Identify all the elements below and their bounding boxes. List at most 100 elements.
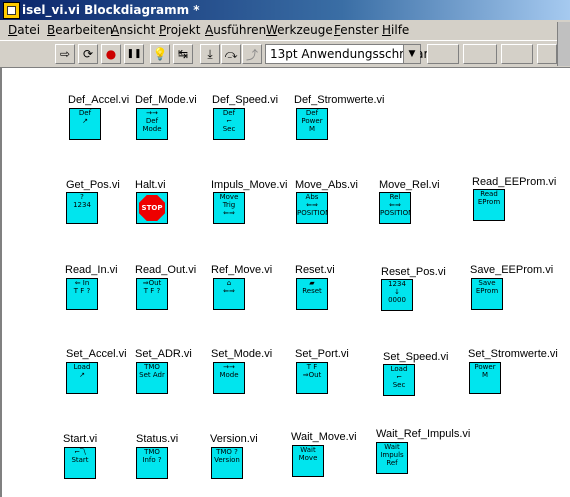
vi-icon-text: Trig: [222, 201, 236, 209]
vi-label: Def_Accel.vi: [68, 94, 130, 106]
vi-icon[interactable]: ⇐ In T F ?: [66, 278, 98, 310]
vi-icon[interactable]: Load ⌐ Sec: [383, 364, 415, 396]
vi-icon-text: 0000: [388, 296, 406, 304]
vi-label: Save_EEProm.vi: [470, 264, 554, 276]
vi-label: Reset.vi: [295, 264, 335, 276]
vi-icon[interactable]: Def Power M: [296, 108, 328, 140]
step-out-icon[interactable]: ⤴: [242, 44, 262, 64]
vi-label: Wait_Move.vi: [291, 431, 357, 443]
vi-label: Set_Speed.vi: [383, 351, 449, 363]
cleanup-diagram-button[interactable]: [537, 44, 557, 64]
vi-icon[interactable]: Abs ⇐⇒ POSITION: [296, 192, 328, 224]
vi-icon-text: TMO: [144, 363, 160, 371]
abort-icon[interactable]: ●: [101, 44, 121, 64]
vi-icon[interactable]: ▰ Reset: [296, 278, 328, 310]
title-bar: isel_vi.vi Blockdiagramm *: [0, 0, 570, 20]
vi-icon-text: ⇐⇒: [389, 201, 401, 209]
highlight-execution-icon[interactable]: 💡: [150, 44, 170, 64]
step-into-icon[interactable]: ⤓: [200, 44, 220, 64]
vi-label: Read_EEProm.vi: [472, 176, 557, 188]
vi-icon[interactable]: ⌐‾\ Start: [64, 447, 96, 479]
vi-icon[interactable]: ? 1234: [66, 192, 98, 224]
vi-icon[interactable]: Read EProm: [473, 189, 505, 221]
vi-label: Status.vi: [136, 433, 179, 445]
menu-bar: Datei Bearbeiten Ansicht Projekt Ausführ…: [0, 20, 570, 41]
vi-label: Reset_Pos.vi: [381, 266, 446, 278]
vi-icon[interactable]: Def ↗: [69, 108, 101, 140]
vi-icon-text: Move: [298, 454, 318, 462]
vi-icon[interactable]: Power M: [469, 362, 501, 394]
retain-wire-values-icon[interactable]: ↹: [173, 44, 193, 64]
menu-bearbeiten[interactable]: Bearbeiten: [47, 23, 113, 37]
vi-label: Set_Port.vi: [295, 348, 349, 360]
vi-icon-text: Load: [73, 363, 91, 371]
vi-label: Def_Speed.vi: [212, 94, 279, 106]
vi-label: Def_Stromwerte.vi: [294, 94, 385, 106]
vi-icon[interactable]: 1234 ↓ 0000: [381, 279, 413, 311]
vi-icon-text: TMO: [144, 448, 160, 456]
vi-icon[interactable]: Save EProm: [471, 278, 503, 310]
run-arrow-icon[interactable]: ⇨: [55, 44, 75, 64]
menu-fenster[interactable]: Fenster: [334, 23, 379, 37]
vi-icon[interactable]: Wait Move: [292, 445, 324, 477]
vi-icon-text: Def: [78, 109, 92, 117]
labview-app-icon: [3, 2, 20, 19]
vi-icon[interactable]: Def ⌐ Sec: [213, 108, 245, 140]
vi-icon-text: Read: [480, 190, 498, 198]
menu-werkzeuge[interactable]: Werkzeuge: [266, 23, 333, 37]
vi-icon[interactable]: TMO Info ?: [136, 447, 168, 479]
vi-icon[interactable]: Move Trig ⇐⇒: [213, 192, 245, 224]
vi-icon[interactable]: T F ⇒Out: [296, 362, 328, 394]
align-objects-dropdown[interactable]: [427, 44, 459, 64]
vi-icon[interactable]: →→ Mode: [213, 362, 245, 394]
context-help-panel-edge: [557, 22, 570, 66]
stop-sign-icon: STOP: [139, 195, 165, 221]
vi-icon-text: Def: [305, 109, 319, 117]
vi-icon[interactable]: Wait Impuls Ref: [376, 442, 408, 474]
vi-label: Read_In.vi: [65, 264, 118, 276]
vi-label: Set_Accel.vi: [66, 348, 127, 360]
menu-hilfe[interactable]: Hilfe: [382, 23, 409, 37]
reorder-dropdown[interactable]: [501, 44, 533, 64]
vi-icon-text: ↓: [394, 288, 400, 296]
vi-icon[interactable]: ⇒Out T F ?: [136, 278, 168, 310]
vi-icon[interactable]: →→ Def Mode: [136, 108, 168, 140]
vi-label: Read_Out.vi: [135, 264, 197, 276]
font-select[interactable]: 13pt Anwendungsschriftart ▼: [265, 44, 433, 64]
vi-icon-text: Wait: [300, 446, 316, 454]
vi-label: Move_Rel.vi: [379, 179, 440, 191]
vi-icon-text: Ref: [386, 459, 398, 467]
vi-icon-text: Start: [71, 456, 89, 464]
vi-icon-text: Mode: [219, 371, 239, 379]
run-continuously-icon[interactable]: ⟳: [78, 44, 98, 64]
menu-ansicht[interactable]: Ansicht: [111, 23, 155, 37]
vi-icon-text: T F ?: [73, 287, 91, 295]
vi-icon[interactable]: Load ↗: [66, 362, 98, 394]
vi-icon-text: M: [308, 125, 316, 133]
vi-label: Version.vi: [210, 433, 258, 445]
vi-icon-text: M: [481, 371, 489, 379]
vi-icon-text: ⌐‾\: [74, 448, 86, 456]
distribute-objects-dropdown[interactable]: [463, 44, 497, 64]
chevron-down-icon[interactable]: ▼: [403, 45, 420, 63]
vi-label: Get_Pos.vi: [66, 179, 120, 191]
vi-icon-text: Def: [222, 109, 236, 117]
step-over-icon[interactable]: ⤼: [221, 44, 241, 64]
vi-icon-text: EProm: [477, 198, 501, 206]
vi-icon-text: ⇐⇒: [306, 201, 318, 209]
vi-label: Move_Abs.vi: [295, 179, 358, 191]
block-diagram-canvas[interactable]: Def_Accel.vi Def ↗ Def_Mode.vi →→ Def Mode Def_…: [0, 68, 570, 497]
vi-icon-text: Power: [301, 117, 323, 125]
vi-icon-text: EProm: [475, 287, 499, 295]
menu-datei[interactable]: Datei: [8, 23, 40, 37]
vi-icon-text: Save: [478, 279, 496, 287]
pause-icon[interactable]: ❚❚: [124, 44, 144, 64]
vi-icon[interactable]: ⌂ ⇐⇒: [213, 278, 245, 310]
vi-icon-text: Sec: [222, 125, 236, 133]
menu-ausfuehren[interactable]: Ausführen: [205, 23, 266, 37]
menu-projekt[interactable]: Projekt: [159, 23, 200, 37]
vi-icon[interactable]: Rel ⇐⇒ POSITION: [379, 192, 411, 224]
vi-icon[interactable]: STOP: [136, 192, 168, 224]
vi-icon[interactable]: TMO ? Version: [211, 447, 243, 479]
vi-icon[interactable]: TMO Set Adr: [136, 362, 168, 394]
